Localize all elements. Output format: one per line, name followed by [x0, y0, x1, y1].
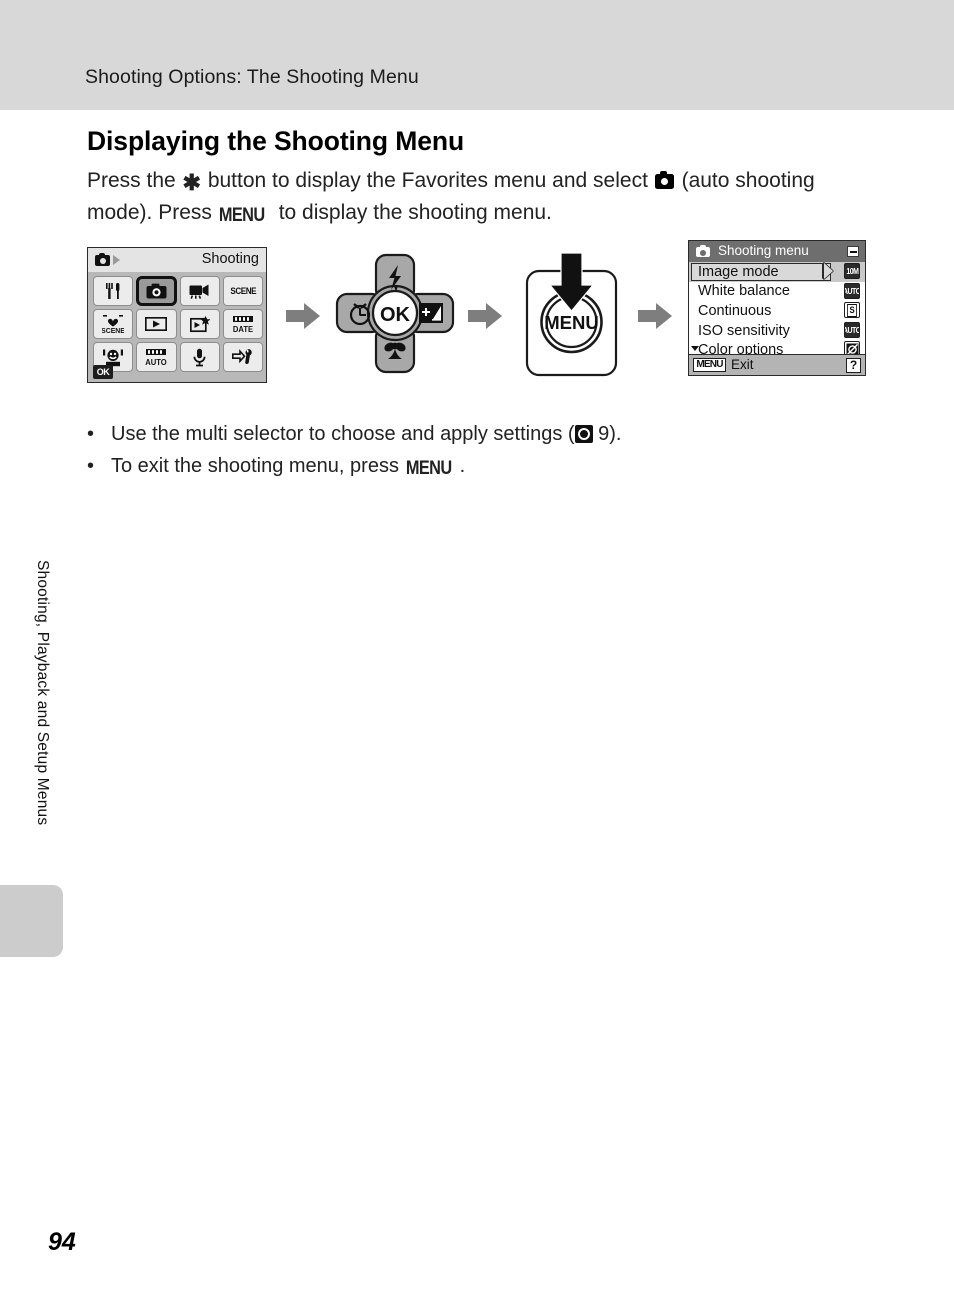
- exposure-compensation-icon: [419, 303, 443, 323]
- mode-cell-setup[interactable]: [222, 342, 263, 372]
- mode-cell-scene-favorite[interactable]: SCENE: [93, 309, 134, 339]
- multi-selector-diagram: OK: [335, 253, 455, 377]
- svg-text:DATE: DATE: [233, 324, 254, 333]
- bullet-marker: •: [87, 423, 95, 445]
- menu-button-label: MENU: [544, 312, 598, 333]
- bullet-text: Use the multi selector to choose and app…: [111, 418, 857, 450]
- movie-camera-icon: [189, 284, 209, 299]
- bullet-text-part1: Use the multi selector to choose and app…: [111, 423, 575, 445]
- help-badge[interactable]: ?: [846, 358, 861, 373]
- menu-item-white-balance[interactable]: White balance AUTO: [689, 282, 865, 302]
- menu-item-label: Continuous: [698, 302, 772, 319]
- menu-item-image-mode[interactable]: Image mode 10M: [689, 262, 865, 282]
- mode-cell-auto-scene[interactable]: AUTO: [136, 342, 177, 372]
- scene-heart-icon: SCENE: [102, 315, 124, 334]
- smile-face-icon: [103, 349, 124, 366]
- mode-cell-auto-shooting[interactable]: [136, 276, 177, 306]
- intro-paragraph: Press the ✱ button to display the Favori…: [87, 165, 857, 229]
- menu-button-glyph: MENU: [405, 458, 452, 479]
- minimize-icon[interactable]: [847, 246, 859, 257]
- step-arrow-1: [286, 303, 320, 329]
- camera-icon: [95, 252, 110, 266]
- mode-cell-movie[interactable]: [179, 276, 220, 306]
- mode-cell-edit-image[interactable]: [179, 309, 220, 339]
- microphone-icon: [193, 348, 206, 366]
- chapter-side-label: Shooting, Playback and Setup Menus: [34, 560, 51, 826]
- menu-button-glyph: MENU: [218, 205, 265, 226]
- selection-arrow-icon: [824, 263, 833, 279]
- favorites-screen: Shooting SCENE SCENE DATE AUTO OK: [87, 247, 267, 383]
- page-title: Displaying the Shooting Menu: [87, 126, 465, 156]
- menu-item-label: ISO sensitivity: [698, 322, 790, 339]
- iso-sensitivity-value-icon: AUTO: [844, 321, 860, 338]
- image-mode-value-icon: 10M: [844, 263, 860, 279]
- bullet-item-multi-selector: • Use the multi selector to choose and a…: [87, 418, 857, 450]
- svg-text:AUTO: AUTO: [146, 357, 168, 366]
- white-balance-value-icon: AUTO: [844, 282, 860, 299]
- page-number: 94: [48, 1228, 76, 1256]
- running-header-title: Shooting Options: The Shooting Menu: [85, 66, 419, 88]
- mode-icon-grid: SCENE SCENE DATE AUTO: [93, 276, 263, 372]
- step-arrow-2: [468, 303, 502, 329]
- intro-text-4: to display the shooting menu.: [272, 201, 552, 224]
- intro-text-2: button to display the Favorites menu and…: [201, 169, 654, 192]
- exit-action-label: Exit: [731, 357, 754, 372]
- play-icon: [145, 317, 168, 331]
- shooting-menu-title: Shooting menu: [718, 243, 809, 258]
- continuous-value-icon: S: [844, 302, 860, 319]
- favorites-asterisk-icon: ✱: [182, 170, 201, 195]
- mode-cell-restaurant[interactable]: [93, 276, 134, 306]
- shooting-menu-footer: MENU Exit ?: [689, 354, 865, 375]
- fork-knife-icon: [106, 283, 120, 299]
- bullet-text-part2: .: [459, 455, 466, 477]
- mode-cell-scene[interactable]: SCENE: [222, 276, 263, 306]
- play-triangle-icon: [113, 255, 120, 265]
- manual-reference-icon: [574, 425, 593, 443]
- procedure-diagram: Shooting SCENE SCENE DATE AUTO OK OK MEN…: [0, 240, 954, 390]
- scroll-down-caret-icon: [691, 346, 699, 352]
- auto-text-icon: AUTO: [146, 348, 168, 367]
- date-text-icon: DATE: [233, 315, 254, 334]
- bullet-text-part1: To exit the shooting menu, press: [111, 455, 405, 477]
- mode-cell-date[interactable]: DATE: [222, 309, 263, 339]
- step-arrow-3: [638, 303, 672, 329]
- shooting-menu-list: Image mode 10M White balance AUTO Contin…: [689, 262, 865, 360]
- camera-icon: [146, 283, 167, 299]
- scene-text-icon: SCENE: [230, 286, 256, 296]
- mode-cell-voice-recording[interactable]: [179, 342, 220, 372]
- favorites-screen-title: Shooting: [201, 251, 259, 267]
- mode-cell-playback[interactable]: [136, 309, 177, 339]
- favorites-screen-titlebar: Shooting: [88, 248, 266, 272]
- bullet-item-exit-menu: • To exit the shooting menu, press MENU.: [87, 450, 857, 482]
- menu-button-badge: MENU: [693, 358, 726, 372]
- edit-image-icon: [189, 315, 210, 332]
- shooting-menu-screen: Shooting menu Image mode 10M White balan…: [688, 240, 866, 376]
- intro-text-1: Press the: [87, 169, 182, 192]
- chapter-thumb-tab: [0, 885, 63, 957]
- bullet-text: To exit the shooting menu, press MENU.: [111, 450, 857, 482]
- svg-text:SCENE: SCENE: [102, 326, 124, 334]
- menu-item-continuous[interactable]: Continuous S: [689, 301, 865, 321]
- shooting-menu-titlebar: Shooting menu: [689, 241, 865, 262]
- menu-button-diagram: MENU: [523, 252, 620, 377]
- wrench-icon: [231, 349, 252, 365]
- auto-shooting-camera-icon: [654, 171, 674, 189]
- menu-item-label: White balance: [698, 283, 790, 300]
- menu-item-iso-sensitivity[interactable]: ISO sensitivity AUTO: [689, 321, 865, 341]
- camera-icon: [696, 244, 710, 257]
- ok-badge: OK: [93, 365, 113, 379]
- menu-item-label: Image mode: [698, 263, 779, 280]
- selector-ok-label: OK: [380, 304, 411, 326]
- bullet-text-part2: 9).: [592, 423, 622, 445]
- bullet-marker: •: [87, 455, 95, 477]
- page-header-band: [0, 0, 954, 110]
- instruction-bullet-list: • Use the multi selector to choose and a…: [87, 418, 857, 482]
